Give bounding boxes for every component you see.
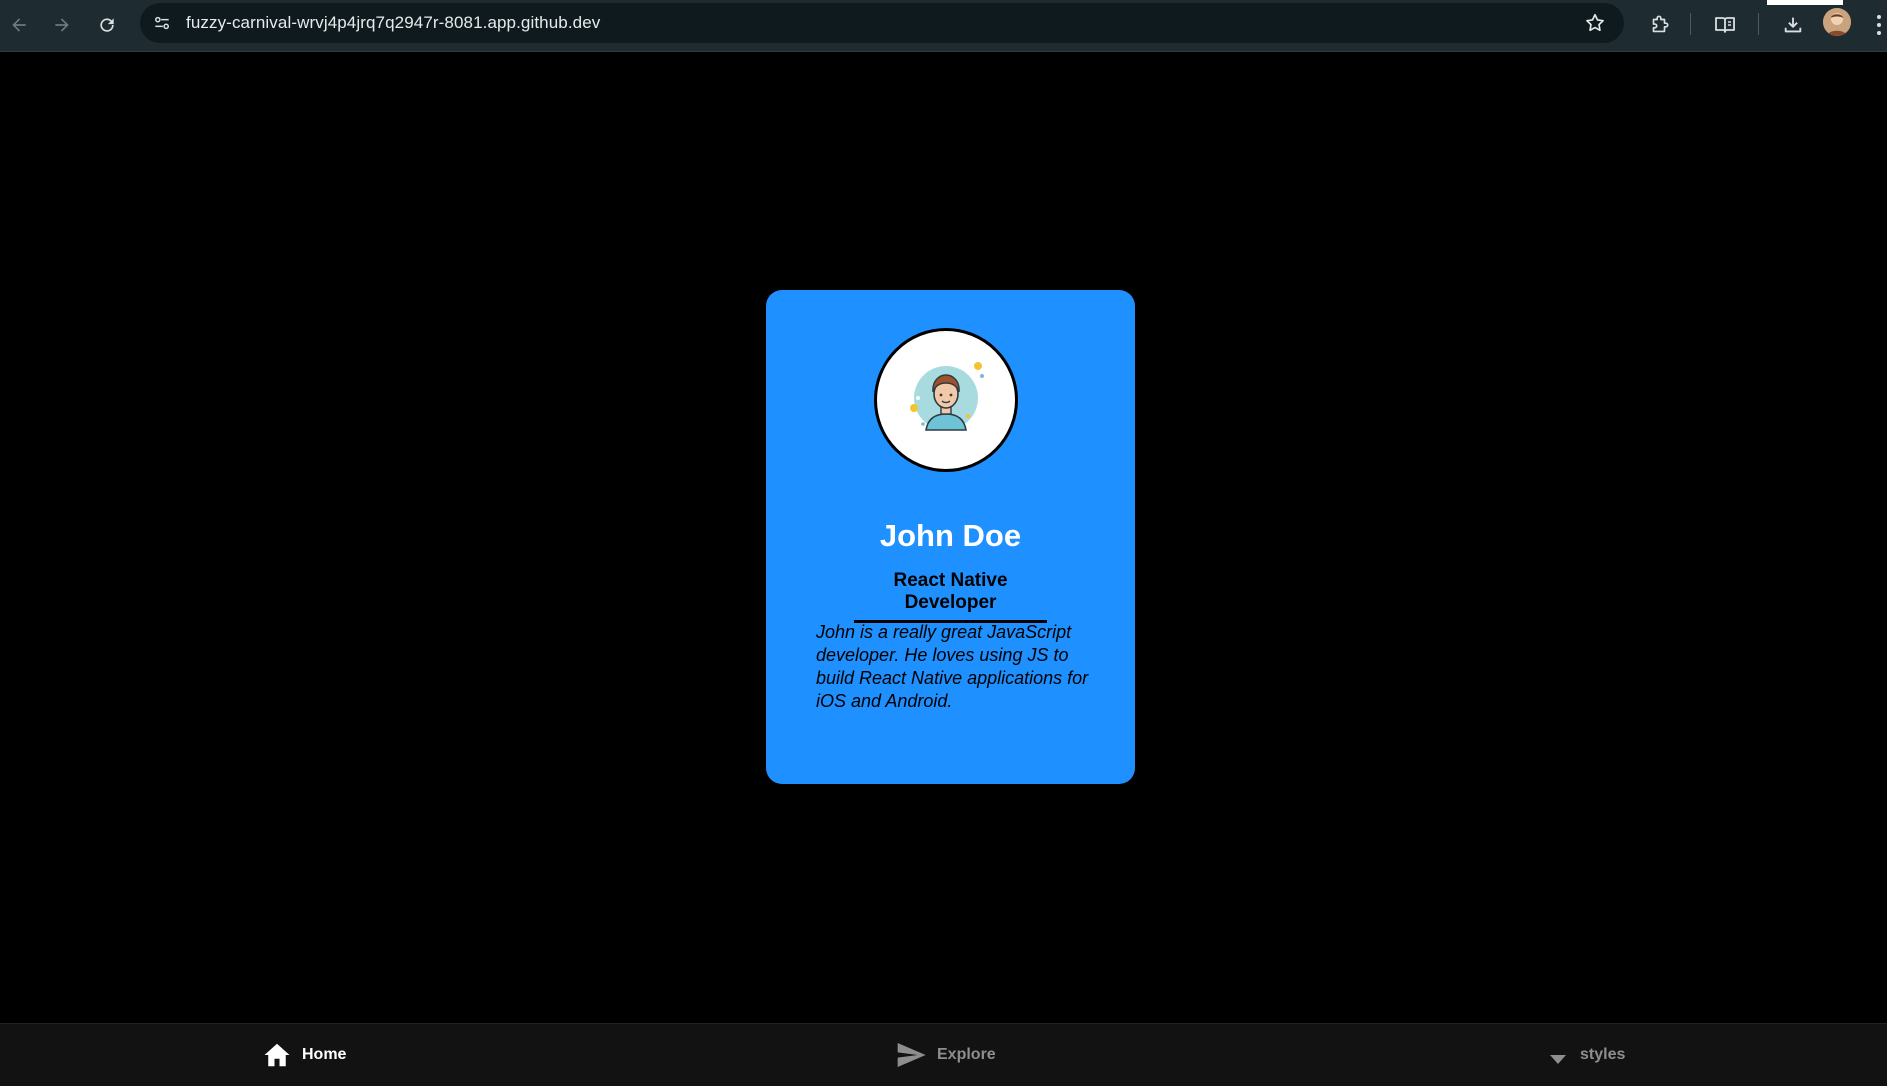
profile-bio: John is a really great JavaScript develo… xyxy=(816,622,1089,711)
profile-name: John Doe xyxy=(879,518,1022,553)
toolbar-divider xyxy=(1758,13,1759,35)
bottom-tab-bar: Home Explore styles xyxy=(0,1023,1887,1086)
extensions-icon[interactable] xyxy=(1646,12,1672,38)
back-arrow-icon[interactable] xyxy=(4,10,34,40)
profile-role: React Native Developer xyxy=(854,570,1047,623)
tab-styles[interactable]: styles xyxy=(1546,1024,1625,1086)
browser-toolbar: fuzzy-carnival-wrvj4p4jrq7q2947r-8081.ap… xyxy=(0,0,1887,52)
tab-indicator xyxy=(1767,0,1843,5)
reading-mode-icon[interactable] xyxy=(1712,12,1738,38)
forward-arrow-icon[interactable] xyxy=(47,10,77,40)
tab-home-label: Home xyxy=(302,1046,347,1063)
profile-card: John Doe React Native Developer John is … xyxy=(766,290,1135,784)
tab-explore-label: Explore xyxy=(937,1046,996,1063)
more-menu-icon[interactable] xyxy=(1876,12,1882,38)
site-info-icon[interactable] xyxy=(148,9,176,37)
address-bar[interactable]: fuzzy-carnival-wrvj4p4jrq7q2947r-8081.ap… xyxy=(140,3,1624,43)
person-avatar-icon xyxy=(910,362,984,431)
url-text[interactable]: fuzzy-carnival-wrvj4p4jrq7q2947r-8081.ap… xyxy=(186,13,600,33)
tab-styles-label: styles xyxy=(1580,1046,1626,1063)
profile-avatar-frame xyxy=(874,328,1018,472)
tab-home[interactable]: Home xyxy=(262,1024,346,1086)
download-icon[interactable] xyxy=(1780,12,1806,38)
bookmark-star-icon[interactable] xyxy=(1584,12,1606,34)
reload-icon[interactable] xyxy=(92,10,122,40)
tab-explore[interactable]: Explore xyxy=(895,1024,996,1086)
toolbar-divider xyxy=(1690,13,1691,35)
profile-avatar[interactable] xyxy=(1823,8,1851,36)
home-icon xyxy=(264,1043,290,1067)
send-icon xyxy=(897,1043,926,1067)
caret-down-icon xyxy=(1550,1055,1566,1064)
